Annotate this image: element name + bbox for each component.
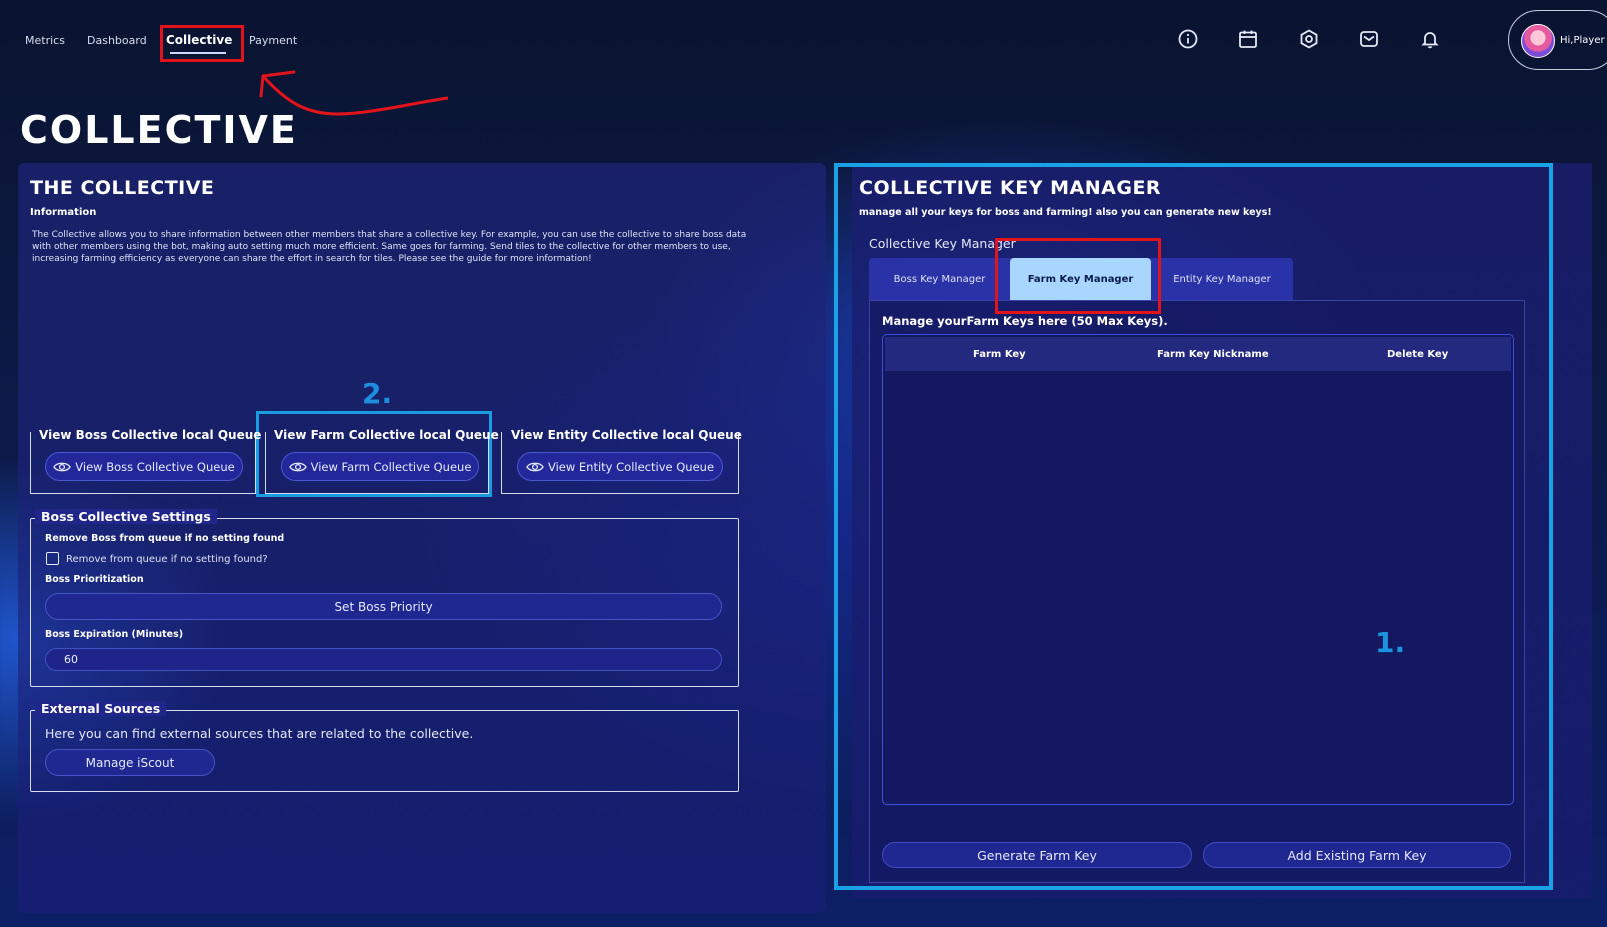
boss-settings-legend: Boss Collective Settings (35, 509, 217, 524)
set-boss-priority-button[interactable]: Set Boss Priority (45, 593, 722, 620)
boss-queue-box: View Boss Collective local Queue View Bo… (30, 428, 261, 494)
annotation-blue-box-1 (834, 163, 1553, 890)
collective-panel: THE COLLECTIVE Information The Collectiv… (18, 163, 826, 913)
farm-queue-box: View Farm Collective local Queue View Fa… (265, 428, 499, 494)
entity-queue-box: View Entity Collective local Queue View … (501, 428, 742, 494)
entity-queue-title: View Entity Collective local Queue (511, 428, 742, 442)
annotation-red-box-tab (995, 238, 1161, 314)
settings-hexagon-icon[interactable] (1298, 28, 1320, 50)
page-title: COLLECTIVE (20, 108, 298, 152)
view-farm-queue-label: View Farm Collective Queue (310, 459, 472, 474)
view-entity-queue-button[interactable]: View Entity Collective Queue (517, 452, 723, 481)
boss-settings-fieldset: Boss Collective Settings Remove Boss fro… (30, 509, 739, 687)
remove-from-queue-checkbox[interactable] (46, 552, 59, 565)
eye-icon (526, 462, 544, 471)
avatar (1521, 24, 1555, 58)
nav-link-metrics[interactable]: Metrics (25, 34, 65, 47)
external-sources-fieldset: External Sources Here you can find exter… (30, 701, 739, 792)
view-boss-queue-button[interactable]: View Boss Collective Queue (45, 452, 243, 481)
bell-icon[interactable] (1419, 28, 1441, 50)
annotation-label-2: 2. (362, 377, 393, 410)
information-label: Information (30, 207, 97, 218)
view-farm-queue-button[interactable]: View Farm Collective Queue (281, 452, 479, 481)
external-sources-text: Here you can find external sources that … (45, 726, 474, 741)
profile-menu[interactable]: Hi,Player (1508, 10, 1607, 70)
boss-expiration-label: Boss Expiration (Minutes) (45, 629, 184, 640)
eye-icon (53, 462, 72, 471)
information-text: The Collective allows you to share infor… (32, 230, 747, 264)
boss-queue-title: View Boss Collective local Queue (39, 428, 262, 442)
nav-link-payment[interactable]: Payment (249, 34, 297, 47)
manage-iscout-button[interactable]: Manage iScout (45, 749, 215, 776)
mail-icon[interactable] (1358, 28, 1380, 50)
remove-boss-label: Remove Boss from queue if no setting fou… (45, 533, 285, 544)
view-entity-queue-label: View Entity Collective Queue (547, 459, 715, 474)
add-existing-farm-key-button[interactable]: Add Existing Farm Key (1203, 842, 1511, 868)
farm-queue-title: View Farm Collective local Queue (274, 428, 499, 442)
annotation-red-box-nav (160, 25, 244, 62)
boss-expiration-input[interactable]: 60 (45, 648, 722, 671)
eye-icon (288, 462, 307, 471)
info-icon[interactable] (1177, 28, 1199, 50)
calendar-icon[interactable] (1237, 28, 1259, 50)
external-sources-legend: External Sources (35, 701, 167, 716)
view-boss-queue-label: View Boss Collective Queue (75, 459, 235, 474)
nav-link-dashboard[interactable]: Dashboard (87, 34, 147, 47)
top-nav: Metrics Dashboard Collective Payment Hi,… (0, 0, 1607, 116)
generate-farm-key-button[interactable]: Generate Farm Key (882, 842, 1192, 868)
remove-from-queue-checkbox-label: Remove from queue if no setting found? (66, 554, 268, 565)
collective-title: THE COLLECTIVE (30, 177, 215, 199)
boss-prioritization-label: Boss Prioritization (45, 574, 144, 585)
profile-greeting: Hi,Player (1560, 35, 1605, 46)
